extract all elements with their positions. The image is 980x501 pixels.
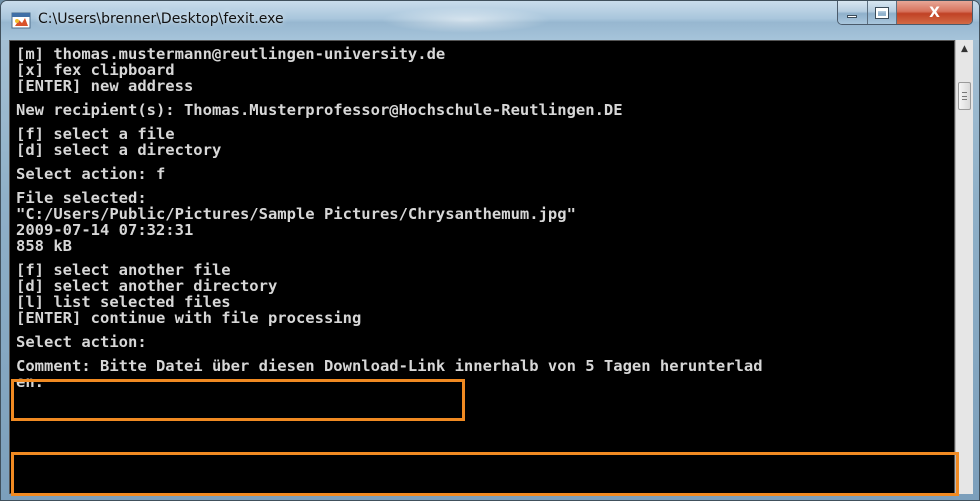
console-line: [f] select another file [16, 261, 231, 279]
window-controls: X [837, 1, 973, 25]
close-button[interactable]: X [897, 1, 972, 24]
minimize-icon [847, 15, 858, 18]
console-line: [d] select another directory [16, 277, 278, 295]
console-line: New recipient(s): Thomas.Musterprofessor… [16, 101, 623, 119]
console-text: [m] thomas.mustermann@reutlingen-univers… [16, 46, 763, 390]
title-bar[interactable]: C:\Users\brenner\Desktop\fexit.exe X [1, 1, 979, 40]
console-line: [ENTER] continue with file processing [16, 309, 362, 327]
console-line: [l] list selected files [16, 293, 231, 311]
minimize-button[interactable] [838, 1, 868, 24]
close-icon: X [929, 4, 940, 21]
console-line: [f] select a file [16, 125, 175, 143]
vertical-scrollbar[interactable]: ▲ [955, 40, 973, 494]
console-line: en. [16, 373, 44, 391]
console-line: [d] select a directory [16, 141, 222, 159]
window-title: C:\Users\brenner\Desktop\fexit.exe [38, 11, 284, 27]
console-line: File selected: [16, 189, 147, 207]
console-line: [m] thomas.mustermann@reutlingen-univers… [16, 45, 446, 63]
console-window: C:\Users\brenner\Desktop\fexit.exe X [m]… [0, 0, 980, 501]
console-line: [x] fex clipboard [16, 61, 175, 79]
console-line: [ENTER] new address [16, 77, 194, 95]
console-line: 2009-07-14 07:32:31 [16, 221, 194, 239]
fexit-app-icon[interactable] [11, 11, 31, 31]
maximize-button[interactable] [867, 1, 898, 24]
scrollbar-thumb[interactable] [958, 82, 971, 110]
console-line: Select action: f [16, 165, 166, 183]
title-bar-glare [381, 7, 551, 33]
maximize-icon [874, 6, 889, 19]
scroll-up-arrow-icon[interactable]: ▲ [956, 40, 973, 57]
console-line: Select action: [16, 333, 147, 351]
console-line: Comment: Bitte Datei über diesen Downloa… [16, 357, 763, 375]
console-output-area[interactable]: [m] thomas.mustermann@reutlingen-univers… [9, 40, 955, 494]
scrollbar-grip-icon [962, 92, 967, 100]
console-line: 858 kB [16, 237, 72, 255]
console-line: "C:/Users/Public/Pictures/Sample Picture… [16, 205, 576, 223]
